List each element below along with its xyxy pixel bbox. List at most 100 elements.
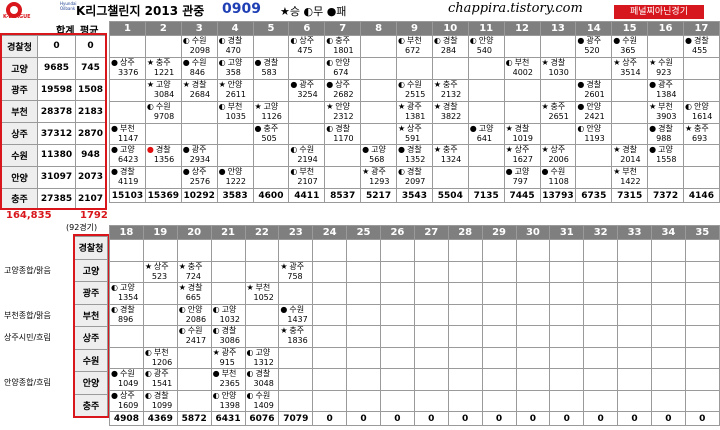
match-cell (617, 260, 652, 283)
win-icon: ★ (146, 79, 155, 89)
match-cell: ● 수원 1049 (109, 368, 144, 391)
match-entry: ◐ 고양 358 (218, 58, 252, 77)
team-row: ◐ 수원 2098 ◐ 경찰 470 ◐ 상주 475 ◐ 충주 1801 ◐ 부천 672 ◐ 경찰 284 ◐ 안… (109, 35, 720, 58)
result-legend: ★승 ◐무 ●패 (280, 5, 347, 18)
attendance-count: 846 (189, 67, 206, 77)
site-link[interactable]: chappira.tistory.com (448, 1, 583, 16)
opponent-name: 부천 (658, 101, 673, 111)
attendance-count: 1170 (333, 133, 354, 143)
opponent-name: 경찰 (407, 167, 422, 177)
loss-icon: ● (111, 390, 118, 400)
match-cell: ◐ 경찰 470 (216, 35, 254, 58)
attendance-count: 591 (405, 133, 421, 143)
match-cell (447, 346, 483, 369)
match-entry: ◐ 충주 1801 (326, 36, 360, 55)
draw-icon: ◐ (178, 304, 186, 314)
match-cell: ● 경찰 988 (647, 122, 684, 146)
round-number: 23 (278, 225, 314, 240)
match-cell (244, 260, 280, 283)
attendance-count: 2097 (405, 177, 426, 187)
match-entry: ● 고양 797 (505, 168, 539, 187)
match-cell (380, 389, 415, 412)
match-cell (467, 144, 505, 168)
match-cell (210, 282, 246, 305)
match-cell: ◐ 경찰 3086 (210, 325, 246, 348)
win-icon: ★ (541, 57, 549, 67)
opponent-name: 경찰 (442, 101, 458, 111)
opponent-name: 경찰 (187, 283, 203, 292)
round-total: 5504 (431, 188, 469, 204)
opponent-name: 광주 (191, 145, 207, 155)
match-cell (413, 260, 449, 283)
match-entry: ● 부천 1147 (110, 124, 144, 143)
attendance-count: 758 (287, 271, 303, 281)
round-total-row: 15103 15369 10292 3583 4600 4411 8537 5217 3543 5… (109, 188, 720, 204)
match-cell: ◐ 광주 1541 (142, 368, 178, 391)
match-cell (617, 239, 652, 262)
opponent-name: 경찰 (550, 57, 566, 67)
attendance-count: 1356 (153, 155, 175, 165)
match-cell: ★ 경찰 3822 (431, 100, 469, 124)
opponent-name: 경찰 (153, 390, 169, 400)
opponent-name: 광주 (658, 79, 673, 89)
match-cell (288, 122, 326, 146)
attendance-count: 3086 (219, 336, 240, 345)
team-label-frame (73, 234, 110, 418)
match-cell: ★ 광주 758 (278, 260, 314, 283)
draw-icon: ◐ (326, 36, 334, 45)
draw-icon: ◐ (398, 167, 405, 177)
match-entry: ◐ 부천 1035 (218, 102, 252, 121)
match-cell (360, 122, 397, 146)
match-cell: ● 광주 3254 (288, 78, 326, 102)
win-icon: ★ (144, 261, 153, 271)
match-cell (109, 346, 144, 369)
win-icon: ★ (218, 79, 226, 89)
match-cell (142, 325, 178, 348)
match-cell (216, 144, 254, 168)
opponent-name: 경찰 (155, 145, 171, 155)
match-cell (683, 56, 720, 80)
match-cell: ◐ 안양 674 (324, 56, 362, 80)
match-cell (481, 325, 517, 348)
match-cell (549, 303, 585, 326)
attendance-count: 797 (512, 177, 528, 187)
match-cell (312, 282, 348, 305)
match-cell (651, 282, 686, 305)
opponent-name: 수원 (191, 57, 207, 67)
opponent-name: 상주 (191, 167, 207, 177)
match-cell (515, 389, 551, 412)
match-cell (380, 346, 415, 369)
attendance-count: 1614 (692, 111, 713, 121)
opponent-name: 충주 (335, 36, 350, 45)
round-number: 6 (288, 21, 326, 36)
opponent-name: 충주 (289, 326, 305, 335)
round-total: 0 (312, 411, 348, 426)
match-entry: ★ 경찰 2014 (613, 146, 647, 165)
draw-icon: ◐ (218, 36, 226, 45)
match-cell: ● 고양 1558 (647, 144, 684, 168)
win-icon: ★ (433, 145, 442, 155)
match-entry: ● 경찰 455 (684, 36, 718, 55)
match-cell: ◐ 안양 1193 (575, 122, 613, 146)
attendance-count: 1030 (548, 67, 569, 77)
match-cell (447, 389, 483, 412)
match-entry: ◐ 안양 1398 (212, 391, 244, 410)
loss-icon: ● (146, 145, 154, 155)
attendance-count: 1221 (153, 67, 175, 77)
match-cell: ● 광주 1384 (647, 78, 684, 102)
attendance-count: 3084 (153, 89, 175, 99)
round-total: 0 (515, 411, 551, 426)
round-total: 0 (651, 411, 686, 426)
loss-icon: ● (111, 369, 118, 378)
opponent-name: 수원 (550, 167, 566, 177)
match-cell (312, 325, 348, 348)
opponent-name: 수원 (120, 369, 135, 378)
match-cell (180, 100, 218, 124)
opponent-name: 상주 (407, 123, 422, 133)
loss-icon: ● (649, 123, 657, 133)
match-cell (617, 303, 652, 326)
opponent-name: 부천 (221, 369, 237, 378)
opponent-name: 상주 (120, 390, 135, 400)
match-entry: ● 수원 1437 (280, 305, 312, 324)
round-number: 1 (109, 21, 146, 36)
